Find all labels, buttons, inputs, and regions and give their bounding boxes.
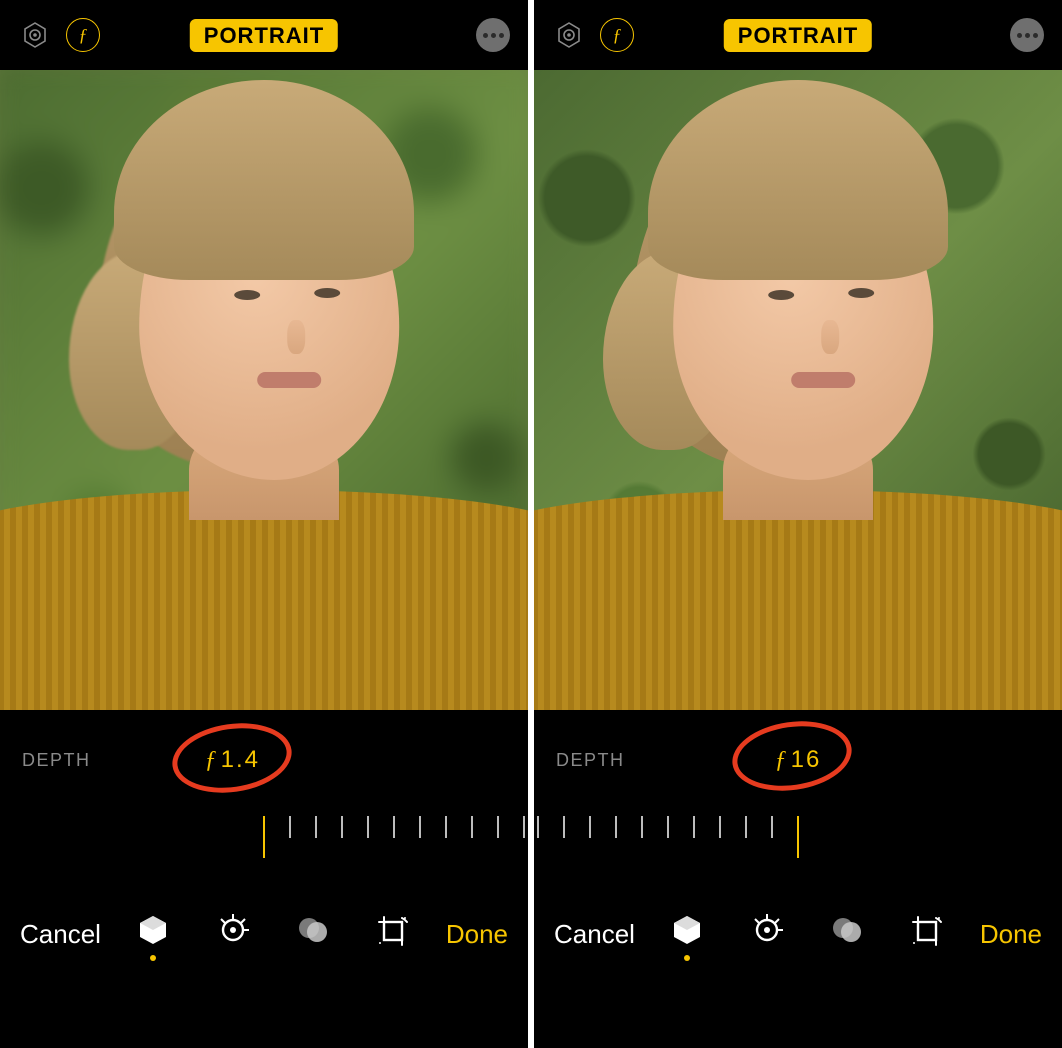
done-button[interactable]: Done — [446, 919, 508, 950]
portrait-lighting-icon[interactable] — [667, 913, 707, 961]
done-button[interactable]: Done — [980, 919, 1042, 950]
depth-slider[interactable] — [534, 810, 1062, 890]
aperture-f-icon[interactable]: ƒ — [66, 18, 100, 52]
depth-readout-row: DEPTH ƒ1.4 — [0, 710, 528, 810]
live-photo-icon[interactable] — [552, 18, 586, 52]
crop-rotate-icon[interactable] — [907, 913, 947, 949]
adjust-dial-icon[interactable] — [213, 913, 253, 947]
mode-badge[interactable]: PORTRAIT — [190, 19, 338, 52]
live-photo-icon[interactable] — [18, 18, 52, 52]
crop-rotate-icon[interactable] — [373, 913, 413, 949]
depth-readout-row: DEPTH ƒ16 — [534, 710, 1062, 810]
top-toolbar: ƒ PORTRAIT — [534, 0, 1062, 70]
aperture-value: ƒ16 — [775, 746, 822, 774]
aperture-f-icon[interactable]: ƒ — [600, 18, 634, 52]
cancel-button[interactable]: Cancel — [554, 919, 635, 950]
cancel-button[interactable]: Cancel — [20, 919, 101, 950]
filters-icon[interactable] — [827, 913, 867, 947]
filters-icon[interactable] — [293, 913, 333, 947]
more-icon[interactable] — [476, 18, 510, 52]
editor-panel-left: ƒ PORTRAIT DEPTH ƒ1.4 — [0, 0, 528, 1048]
more-icon[interactable] — [1010, 18, 1044, 52]
top-toolbar: ƒ PORTRAIT — [0, 0, 528, 70]
aperture-value: ƒ1.4 — [205, 746, 260, 774]
editor-panel-right: ƒ PORTRAIT DEPTH ƒ16 — [534, 0, 1062, 1048]
photo-preview[interactable] — [534, 70, 1062, 710]
photo-preview[interactable] — [0, 70, 528, 710]
edit-tools — [643, 907, 972, 961]
portrait-lighting-icon[interactable] — [133, 913, 173, 961]
adjust-dial-icon[interactable] — [747, 913, 787, 947]
edit-tools — [109, 907, 438, 961]
mode-badge[interactable]: PORTRAIT — [724, 19, 872, 52]
depth-label: DEPTH — [556, 750, 625, 771]
bottom-toolbar: Cancel Done — [534, 890, 1062, 978]
bottom-toolbar: Cancel Done — [0, 890, 528, 978]
depth-label: DEPTH — [22, 750, 91, 771]
depth-slider[interactable] — [0, 810, 528, 890]
